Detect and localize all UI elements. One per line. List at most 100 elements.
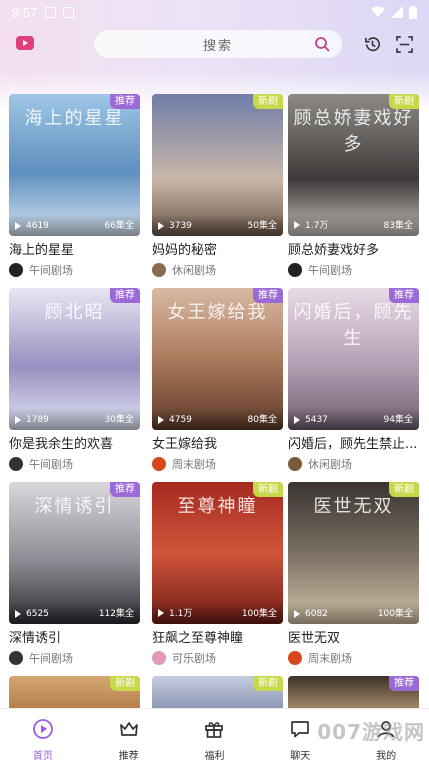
channel-avatar: [288, 651, 302, 665]
wifi-icon: [371, 6, 385, 17]
view-count: 4619: [15, 221, 49, 231]
drama-title[interactable]: 女王嫁给我: [152, 436, 283, 454]
view-count: 1.1万: [158, 606, 192, 619]
drama-card[interactable]: 至尊神瞳 新剧 1.1万 100集全 狂飙之至尊神瞳 可乐剧场: [152, 482, 283, 665]
channel-info: 休闲剧场: [288, 457, 419, 471]
tag-badge: 推荐: [110, 94, 140, 109]
drama-title[interactable]: 你是我余生的欢喜: [9, 436, 140, 454]
channel-avatar: [288, 263, 302, 277]
play-icon: [294, 610, 300, 618]
search-input[interactable]: 搜索: [94, 30, 342, 58]
episode-count: 83集全: [383, 221, 413, 231]
tag-badge: 新剧: [110, 676, 140, 691]
view-count: 5437: [294, 415, 328, 425]
drama-card[interactable]: 新剧 3739 50集全 妈妈的秘密 休闲剧场: [152, 94, 283, 277]
view-count-text: 6525: [26, 609, 49, 619]
drama-card[interactable]: 顾总娇妻戏好多 新剧 1.7万 83集全 顾总娇妻戏好多 午间剧场: [288, 94, 419, 277]
poster-image[interactable]: 新剧: [9, 676, 140, 710]
channel-info: 午间剧场: [9, 263, 140, 277]
poster-image[interactable]: 新剧: [152, 676, 283, 710]
channel-name: 休闲剧场: [172, 264, 216, 277]
drama-card[interactable]: 闪婚后，顾先生 推荐 5437 94集全 闪婚后，顾先生禁止... 休闲剧场: [288, 288, 419, 471]
poster-image[interactable]: 海上的星星 推荐 4619 66集全: [9, 94, 140, 236]
tag-badge: 新剧: [253, 94, 283, 109]
episode-count: 112集全: [98, 609, 134, 619]
view-count-text: 1.1万: [169, 609, 193, 619]
drama-card[interactable]: 顾北昭 推荐 1789 30集全 你是我余生的欢喜 午间剧场: [9, 288, 140, 471]
poster-image[interactable]: 顾北昭 推荐 1789 30集全: [9, 288, 140, 430]
episode-count: 66集全: [104, 221, 134, 231]
scan-icon[interactable]: [396, 36, 413, 53]
episode-count: 50集全: [247, 221, 277, 231]
notification-icon: [63, 6, 75, 18]
poster-image[interactable]: 新剧 3739 50集全: [152, 94, 283, 236]
episode-count: 80集全: [247, 415, 277, 425]
channel-info: 午间剧场: [288, 263, 419, 277]
nav-item-crown[interactable]: 推荐: [86, 709, 172, 764]
view-count-text: 6082: [305, 609, 328, 619]
search-icon[interactable]: [314, 36, 330, 52]
drama-title[interactable]: 医世无双: [288, 630, 419, 648]
view-count-text: 4619: [26, 221, 49, 231]
poster-image[interactable]: 女王嫁给我 推荐 4759 80集全: [152, 288, 283, 430]
channel-name: 午间剧场: [308, 264, 352, 277]
drama-card[interactable]: 深情诱引 推荐 6525 112集全 深情诱引 午间剧场: [9, 482, 140, 665]
nav-label: 福利: [204, 751, 225, 762]
poster-image[interactable]: 推荐: [288, 676, 419, 710]
view-count: 1789: [15, 415, 49, 425]
poster-image[interactable]: 顾总娇妻戏好多 新剧 1.7万 83集全: [288, 94, 419, 236]
channel-info: 休闲剧场: [152, 263, 283, 277]
channel-info: 周末剧场: [288, 651, 419, 665]
episode-count: 94集全: [383, 415, 413, 425]
channel-name: 休闲剧场: [308, 458, 352, 471]
poster-image[interactable]: 至尊神瞳 新剧 1.1万 100集全: [152, 482, 283, 624]
tag-badge: 推荐: [110, 482, 140, 497]
view-count-text: 1.7万: [305, 221, 329, 231]
poster-image[interactable]: 医世无双 新剧 6082 100集全: [288, 482, 419, 624]
drama-title[interactable]: 闪婚后，顾先生禁止...: [288, 436, 419, 454]
channel-avatar: [152, 457, 166, 471]
nav-label: 首页: [32, 751, 53, 762]
channel-info: 周末剧场: [152, 457, 283, 471]
drama-card[interactable]: 新剧: [152, 676, 283, 710]
channel-avatar: [9, 263, 23, 277]
history-icon[interactable]: [363, 35, 382, 54]
channel-name: 可乐剧场: [172, 652, 216, 665]
nav-item-gift[interactable]: 福利: [172, 709, 258, 764]
drama-title[interactable]: 狂飙之至尊神瞳: [152, 630, 283, 648]
play-icon: [158, 222, 164, 230]
channel-avatar: [9, 651, 23, 665]
play-icon: [15, 610, 21, 618]
poster-image[interactable]: 闪婚后，顾先生 推荐 5437 94集全: [288, 288, 419, 430]
drama-title[interactable]: 海上的星星: [9, 242, 140, 260]
search-placeholder: 搜索: [202, 38, 233, 54]
header: 搜索: [0, 30, 429, 60]
nav-item-play-circle[interactable]: 首页: [0, 709, 86, 764]
channel-name: 周末剧场: [308, 652, 352, 665]
tag-badge: 推荐: [389, 676, 419, 691]
episode-count: 100集全: [241, 609, 277, 619]
view-count: 4759: [158, 415, 192, 425]
play-icon: [294, 220, 300, 229]
drama-card[interactable]: 推荐: [288, 676, 419, 710]
channel-avatar: [9, 457, 23, 471]
nav-label: 我的: [376, 751, 397, 762]
logo-icon: [16, 36, 34, 50]
drama-title[interactable]: 妈妈的秘密: [152, 242, 283, 260]
play-icon: [294, 416, 300, 424]
status-bar: 9:57: [0, 0, 429, 24]
drama-card[interactable]: 女王嫁给我 推荐 4759 80集全 女王嫁给我 周末剧场: [152, 288, 283, 471]
play-circle-icon: [32, 718, 54, 744]
drama-card[interactable]: 医世无双 新剧 6082 100集全 医世无双 周末剧场: [288, 482, 419, 665]
channel-avatar: [152, 263, 166, 277]
signal-icon: [391, 6, 403, 18]
channel-avatar: [152, 651, 166, 665]
drama-title[interactable]: 顾总娇妻戏好多: [288, 242, 419, 260]
drama-card[interactable]: 海上的星星 推荐 4619 66集全 海上的星星 午间剧场: [9, 94, 140, 277]
channel-name: 周末剧场: [172, 458, 216, 471]
drama-title[interactable]: 深情诱引: [9, 630, 140, 648]
poster-title-art: 闪婚后，顾先生: [293, 302, 414, 349]
drama-card[interactable]: 新剧: [9, 676, 140, 710]
view-count: 3739: [158, 221, 192, 231]
poster-image[interactable]: 深情诱引 推荐 6525 112集全: [9, 482, 140, 624]
